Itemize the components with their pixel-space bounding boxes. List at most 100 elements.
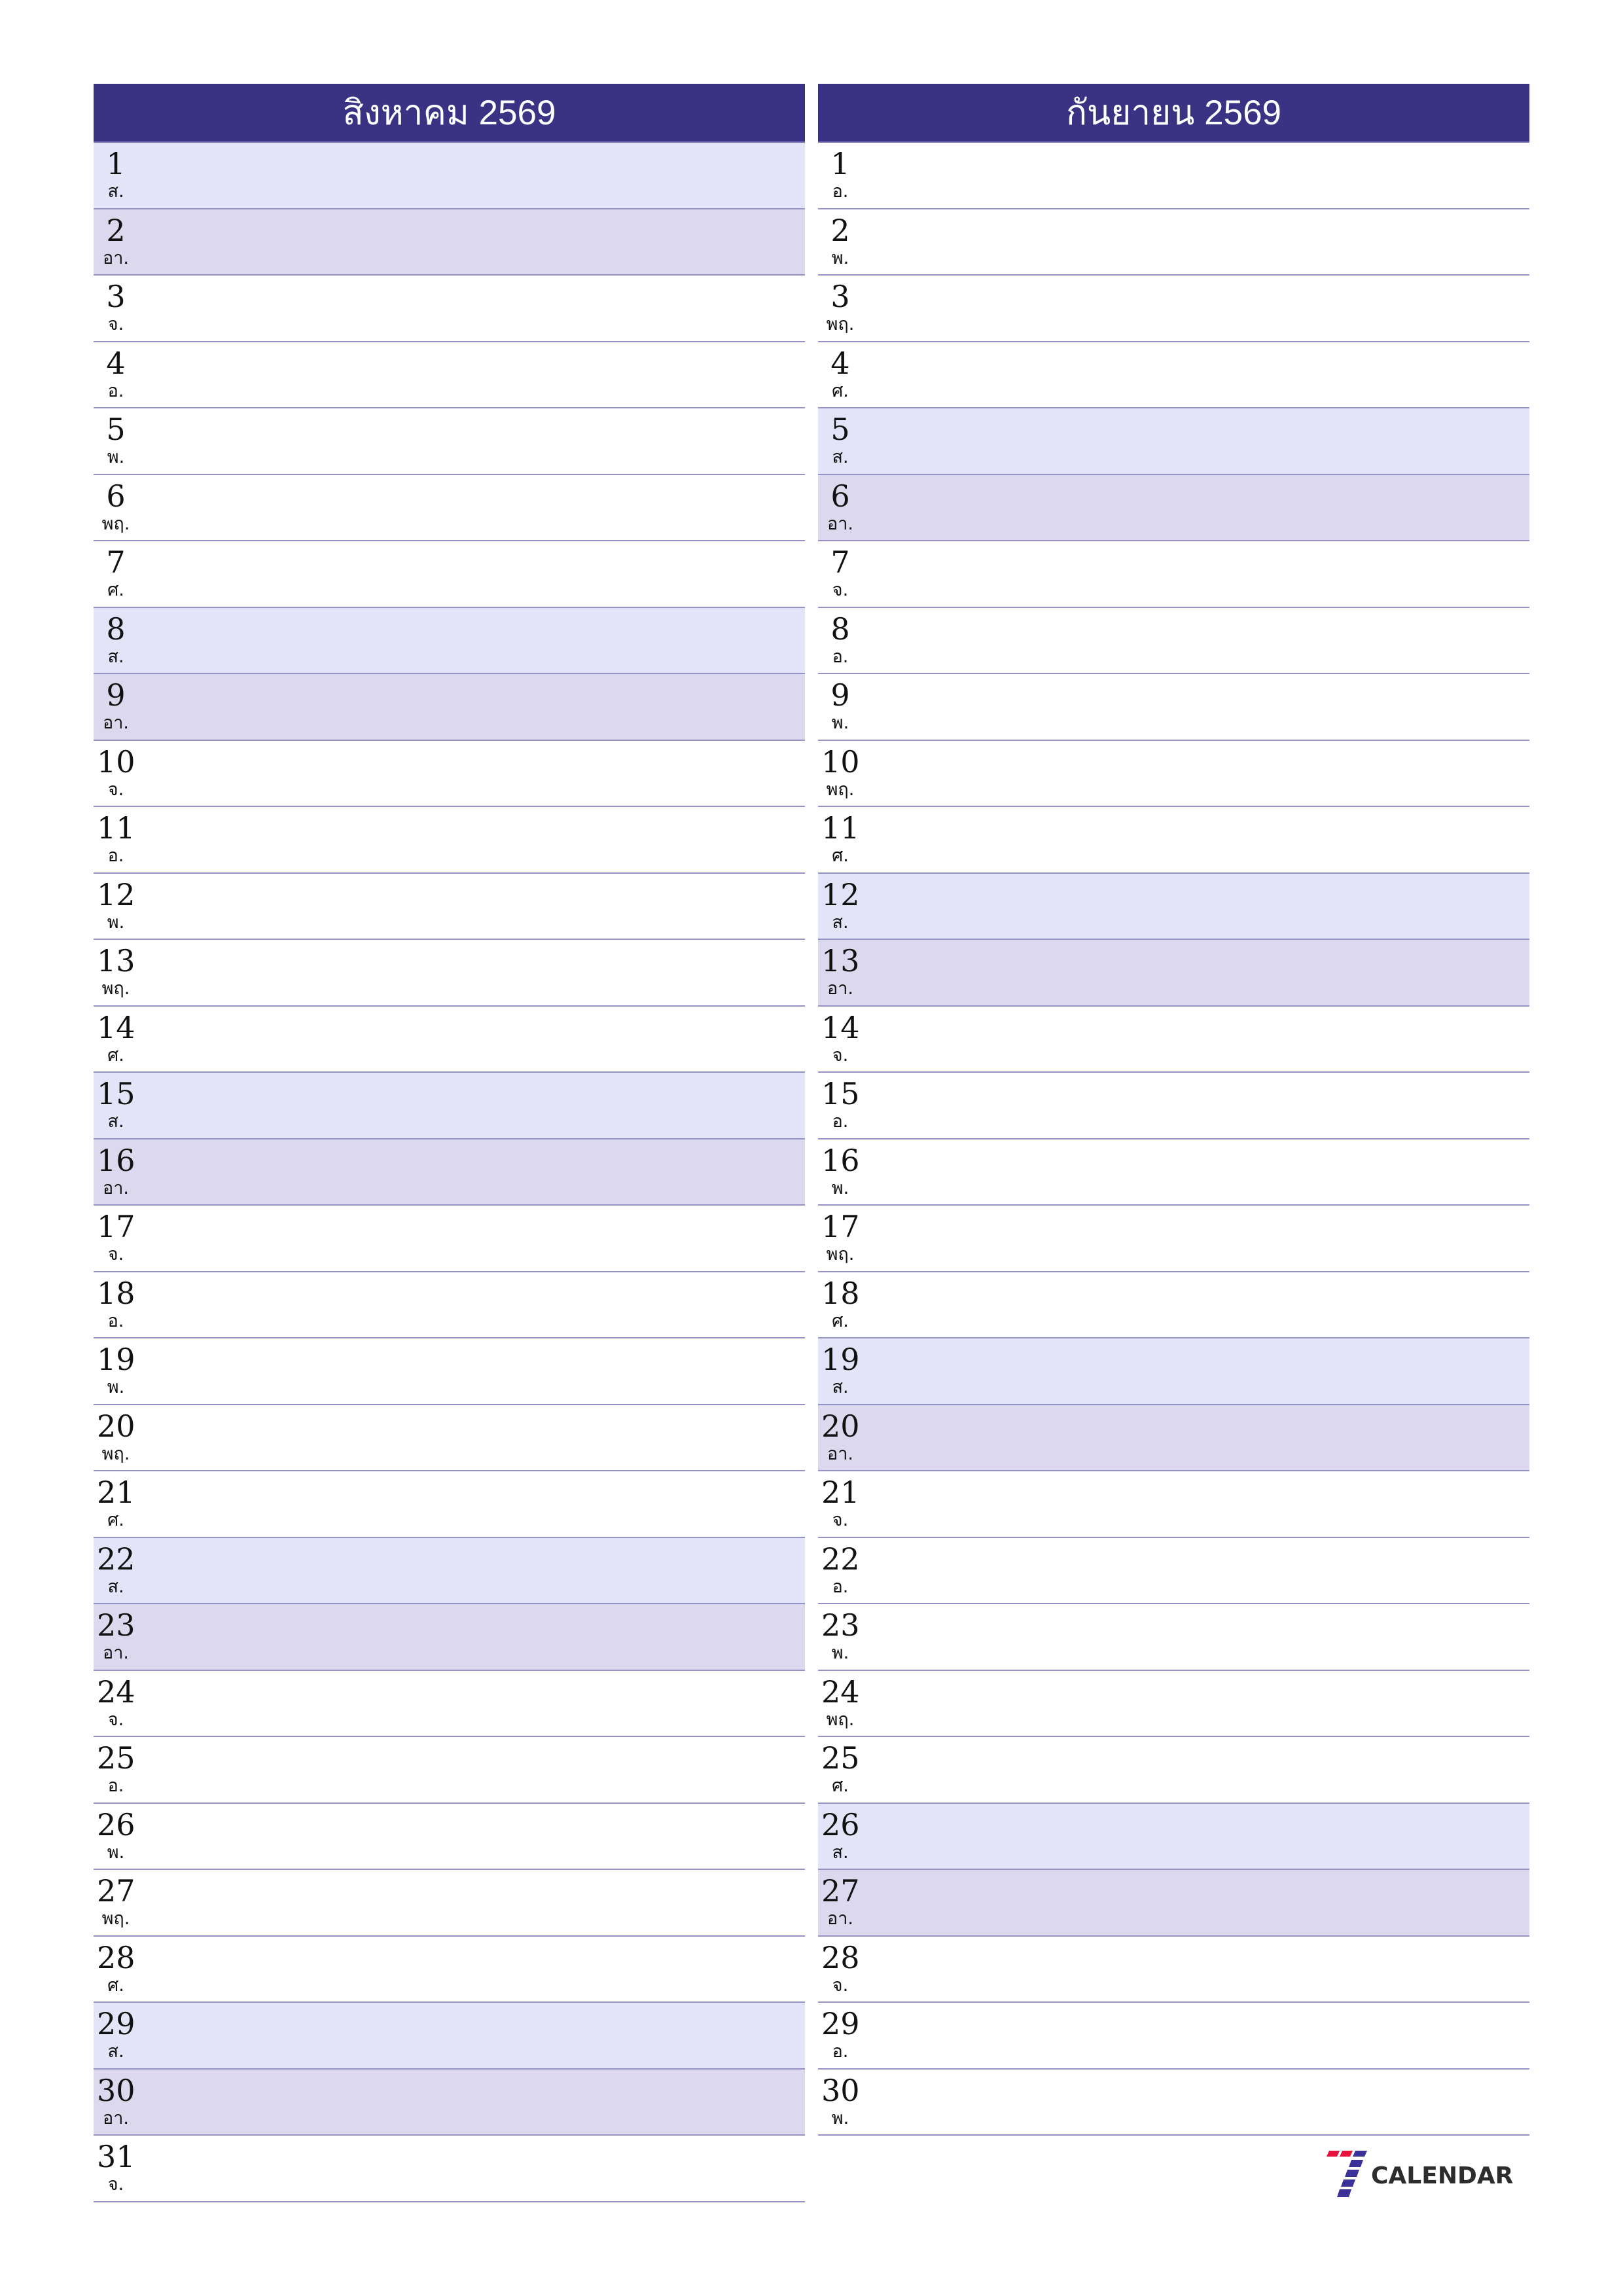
day-row[interactable]: 28 จ. [818,1936,1529,2003]
day-row[interactable]: 29 อ. [818,2003,1529,2070]
day-row[interactable]: 4 อ. [94,342,805,408]
day-row[interactable]: 20 อา. [818,1405,1529,1471]
weekday-label: อ. [107,1310,124,1331]
day-number: 24 [821,1674,860,1710]
day-row[interactable]: 13 พฤ. [94,940,805,1007]
day-number: 1 [106,146,126,181]
day-row[interactable]: 17 จ. [94,1206,805,1272]
day-row[interactable]: 23 พ. [818,1604,1529,1671]
day-list: 1 ส. 2 อา. 3 จ. 4 อ. 5 พ. 6 พฤ. 7 ศ. 8 ส. 9 อา. 10 จ. 11 อ. 12… [94,143,805,2202]
day-row[interactable]: 8 ส. [94,607,805,674]
weekday-label: ศ. [832,846,849,866]
day-row[interactable]: 21 ศ. [94,1471,805,1538]
day-row[interactable]: 12 ส. [818,873,1529,940]
day-number: 12 [97,876,135,912]
weekday-label: จ. [832,580,849,600]
day-row[interactable]: 12 พ. [94,873,805,940]
day-row[interactable]: 14 จ. [818,1006,1529,1073]
day-number: 22 [821,1541,860,1577]
day-row[interactable]: 10 จ. [94,740,805,807]
weekday-label: อ. [832,2041,849,2062]
day-row[interactable]: 3 พฤ. [818,276,1529,342]
day-row[interactable]: 22 อ. [818,1537,1529,1604]
day-row[interactable]: 7 จ. [818,541,1529,608]
weekday-label: พฤ. [101,1443,130,1464]
day-row[interactable]: 15 ส. [94,1073,805,1139]
day-row[interactable]: 24 จ. [94,1670,805,1737]
logo-blue-segment [1353,2151,1367,2157]
day-row[interactable]: 1 อ. [818,143,1529,209]
day-row[interactable]: 8 อ. [818,607,1529,674]
day-number: 16 [97,1142,135,1178]
day-row[interactable]: 24 พฤ. [818,1670,1529,1737]
weekday-label: อ. [832,181,849,202]
day-row[interactable]: 9 พ. [818,674,1529,741]
day-row[interactable]: 25 อ. [94,1737,805,1804]
day-row[interactable]: 28 ศ. [94,1936,805,2003]
day-row[interactable]: 20 พฤ. [94,1405,805,1471]
day-number: 2 [830,212,850,248]
day-row[interactable]: 22 ส. [94,1537,805,1604]
day-number: 18 [97,1275,135,1311]
day-number: 23 [97,1607,135,1643]
weekday-label: พ. [831,2108,849,2128]
day-row[interactable]: 16 พ. [818,1139,1529,1206]
day-row[interactable]: 30 พ. [818,2069,1529,2136]
day-row[interactable]: 17 พฤ. [818,1206,1529,1272]
day-row[interactable]: 11 อ. [94,807,805,874]
day-row[interactable]: 25 ศ. [818,1737,1529,1804]
day-row[interactable]: 7 ศ. [94,541,805,608]
day-row[interactable]: 23 อา. [94,1604,805,1671]
day-number: 13 [821,943,860,978]
day-number: 30 [821,2072,860,2108]
day-row[interactable]: 3 จ. [94,276,805,342]
day-row[interactable]: 10 พฤ. [818,740,1529,807]
day-row[interactable]: 2 อา. [94,209,805,276]
day-number: 20 [821,1408,860,1444]
day-row[interactable]: 27 พฤ. [94,1870,805,1937]
day-row[interactable]: 30 อา. [94,2069,805,2136]
day-row[interactable]: 27 อา. [818,1870,1529,1937]
day-row[interactable]: 5 พ. [94,408,805,475]
day-number: 14 [97,1009,135,1045]
day-row[interactable]: 14 ศ. [94,1006,805,1073]
day-row[interactable]: 6 อา. [818,475,1529,541]
weekday-label: อ. [107,380,124,401]
weekday-label: จ. [107,1244,124,1265]
day-row[interactable]: 26 พ. [94,1803,805,1870]
seven-logo-icon [1327,2151,1367,2197]
day-row[interactable]: 2 พ. [818,209,1529,276]
day-row[interactable]: 13 อา. [818,940,1529,1007]
weekday-label: อา. [827,978,853,999]
day-row[interactable]: 31 จ. [94,2136,805,2202]
day-row[interactable]: 11 ศ. [818,807,1529,874]
day-row[interactable]: 9 อา. [94,674,805,741]
weekday-label: จ. [832,1510,849,1530]
weekday-label: อา. [103,1177,129,1198]
day-row[interactable]: 1 ส. [94,143,805,209]
day-number: 11 [97,810,135,846]
weekday-label: พฤ. [826,314,855,334]
weekday-label: ศ. [107,1975,124,1996]
weekday-label: อ. [832,1111,849,1132]
day-row[interactable]: 26 ส. [818,1803,1529,1870]
weekday-label: อา. [827,513,853,534]
weekday-label: อ. [107,846,124,866]
day-row[interactable]: 16 อา. [94,1139,805,1206]
day-row[interactable]: 6 พฤ. [94,475,805,541]
day-row[interactable]: 5 ส. [818,408,1529,475]
day-row[interactable]: 18 อ. [94,1272,805,1338]
day-row[interactable]: 15 อ. [818,1073,1529,1139]
day-number: 17 [97,1209,135,1244]
day-number: 15 [97,1076,135,1111]
weekday-label: พ. [831,1177,849,1198]
day-number: 9 [830,677,850,713]
day-row[interactable]: 19 ส. [818,1338,1529,1405]
day-row[interactable]: 19 พ. [94,1338,805,1405]
day-row[interactable]: 29 ส. [94,2003,805,2070]
day-row[interactable]: 21 จ. [818,1471,1529,1538]
weekday-label: พ. [831,713,849,733]
weekday-label: ส. [107,2041,124,2062]
day-row[interactable]: 4 ศ. [818,342,1529,408]
day-row[interactable]: 18 ศ. [818,1272,1529,1338]
